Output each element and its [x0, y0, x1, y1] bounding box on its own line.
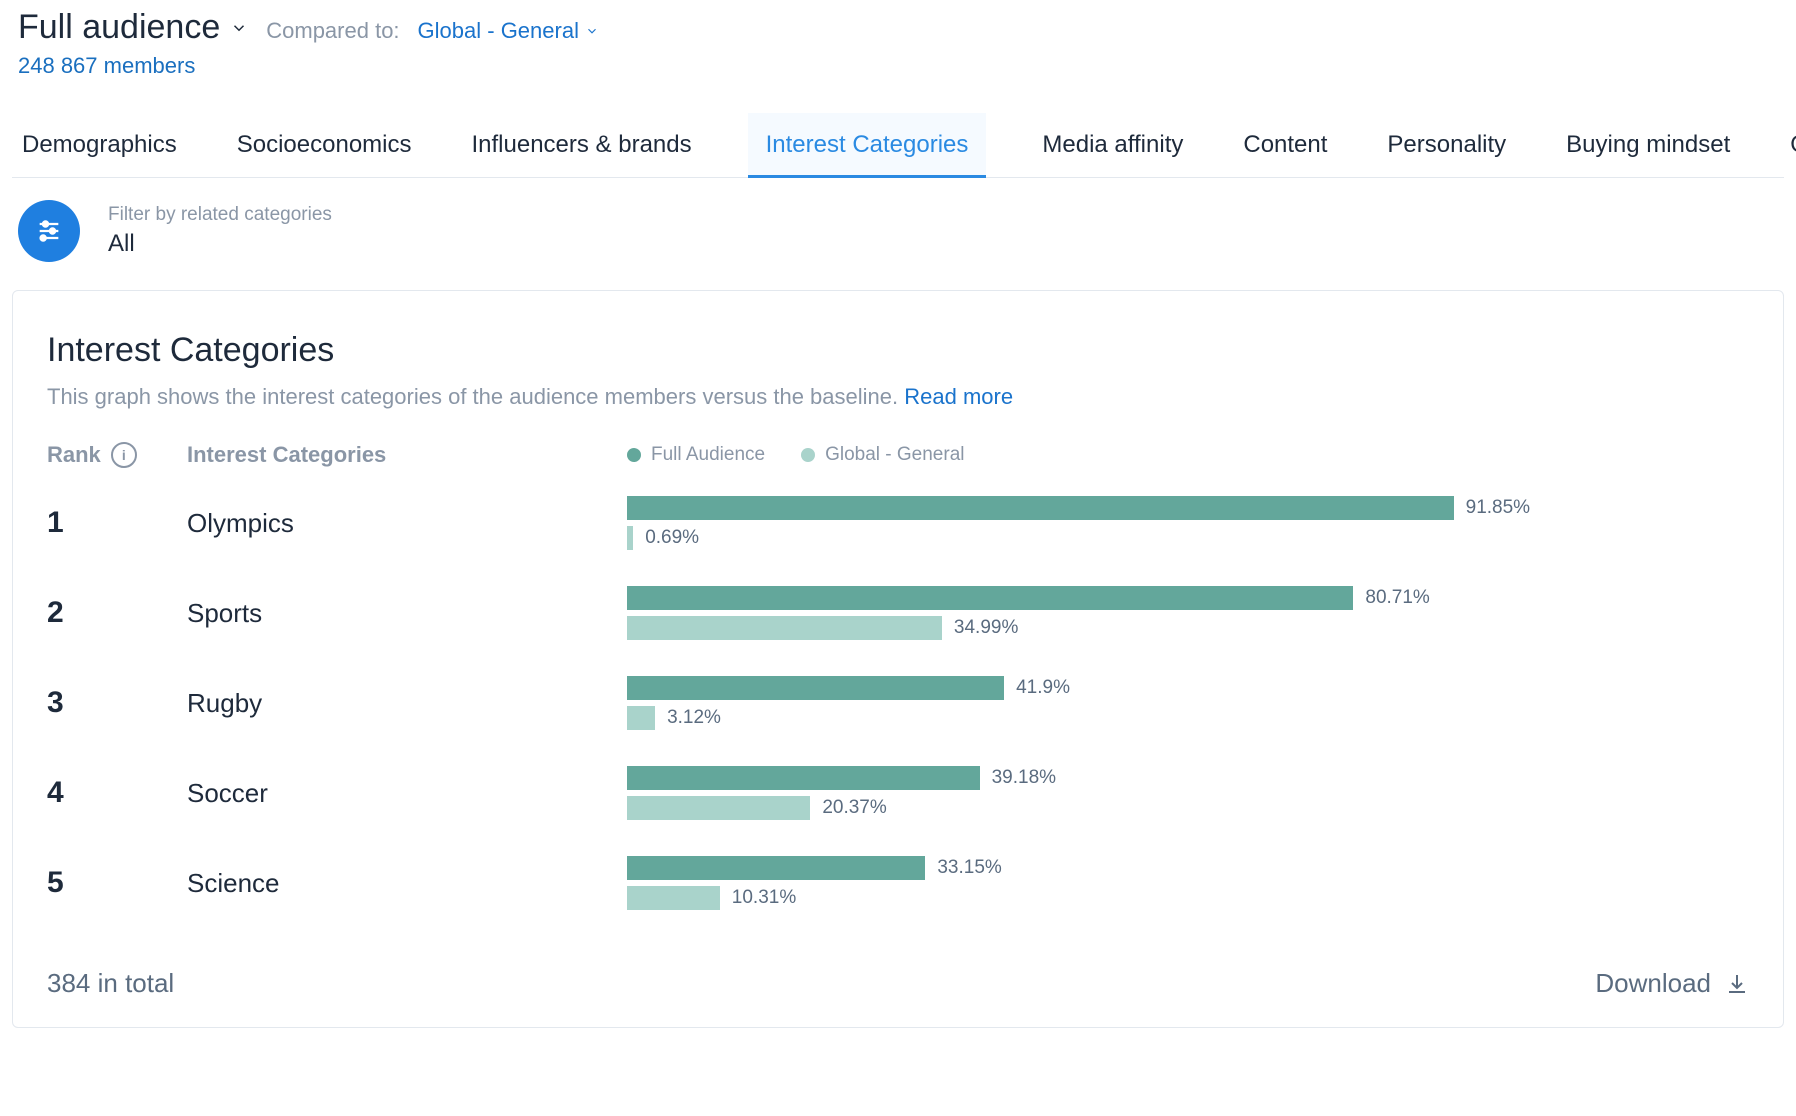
download-label: Download — [1595, 968, 1711, 999]
baseline-value-text: Global - General — [418, 18, 579, 44]
bar-value-b: 0.69% — [645, 527, 699, 549]
category-name: Science — [187, 868, 627, 899]
panel-description-text: This graph shows the interest categories… — [47, 384, 904, 409]
category-name: Soccer — [187, 778, 627, 809]
tab-buying-mindset[interactable]: Buying mindset — [1562, 113, 1734, 177]
table-row: 5Science 33.15% 10.31% — [47, 856, 1749, 910]
panel-title: Interest Categories — [47, 331, 1749, 370]
tab-demographics[interactable]: Demographics — [18, 113, 181, 177]
table-row: 2Sports 80.71% 34.99% — [47, 586, 1749, 640]
bar-value-a: 41.9% — [1016, 677, 1070, 699]
tabs-bar: Demographics Socioeconomics Influencers & … — [12, 113, 1784, 178]
filter-value: All — [108, 230, 332, 258]
bar-value-b: 10.31% — [732, 887, 796, 909]
compared-to-label: Compared to: — [266, 18, 399, 44]
info-icon[interactable]: i — [111, 442, 137, 468]
tab-content[interactable]: Content — [1239, 113, 1331, 177]
audience-title-text: Full audience — [18, 8, 220, 47]
bar-value-b: 34.99% — [954, 617, 1018, 639]
tab-interest-categories[interactable]: Interest Categories — [748, 113, 987, 177]
legend-label-b: Global - General — [825, 444, 964, 466]
chevron-down-icon — [585, 24, 599, 38]
bar-value-a: 33.15% — [937, 857, 1001, 879]
sliders-icon — [35, 217, 63, 245]
table-row: 4Soccer 39.18% 20.37% — [47, 766, 1749, 820]
chart-rows: 1Olympics 91.85% 0.69% 2Sports 80.71% 34.99% 3… — [47, 496, 1749, 910]
members-count: 248 867 members — [18, 53, 1778, 79]
category-name: Rugby — [187, 688, 627, 719]
total-count: 384 in total — [47, 968, 174, 999]
rank-value: 2 — [47, 596, 187, 630]
bar-value-b: 20.37% — [822, 797, 886, 819]
bar-value-b: 3.12% — [667, 707, 721, 729]
chevron-down-icon — [230, 19, 248, 37]
bar-value-a: 39.18% — [992, 767, 1056, 789]
read-more-link[interactable]: Read more — [904, 384, 1013, 409]
tab-socioeconomics[interactable]: Socioeconomics — [233, 113, 416, 177]
category-name: Sports — [187, 598, 627, 629]
rank-value: 1 — [47, 506, 187, 540]
legend-dot-b — [801, 448, 815, 462]
column-category-header: Interest Categories — [187, 442, 627, 468]
baseline-selector[interactable]: Global - General — [418, 18, 599, 44]
bar-value-a: 91.85% — [1466, 497, 1530, 519]
legend-baseline: Global - General — [801, 444, 964, 466]
bar-value-a: 80.71% — [1365, 587, 1429, 609]
column-rank-header: Rank — [47, 442, 101, 468]
rank-value: 4 — [47, 776, 187, 810]
filter-button[interactable] — [18, 200, 80, 262]
category-name: Olympics — [187, 508, 627, 539]
legend-dot-a — [627, 448, 641, 462]
tab-personality[interactable]: Personality — [1383, 113, 1510, 177]
filter-label: Filter by related categories — [108, 204, 332, 226]
legend-label-a: Full Audience — [651, 444, 765, 466]
download-icon — [1725, 972, 1749, 996]
tab-media-affinity[interactable]: Media affinity — [1038, 113, 1187, 177]
download-button[interactable]: Download — [1595, 968, 1749, 999]
rank-value: 5 — [47, 866, 187, 900]
rank-value: 3 — [47, 686, 187, 720]
table-row: 3Rugby 41.9% 3.12% — [47, 676, 1749, 730]
interest-categories-panel: Interest Categories This graph shows the… — [12, 290, 1784, 1028]
tab-online-habits[interactable]: Online habits — [1786, 113, 1796, 177]
table-row: 1Olympics 91.85% 0.69% — [47, 496, 1749, 550]
panel-description: This graph shows the interest categories… — [47, 384, 1749, 410]
legend-full-audience: Full Audience — [627, 444, 765, 466]
tab-influencers-brands[interactable]: Influencers & brands — [467, 113, 695, 177]
audience-selector[interactable]: Full audience — [18, 8, 248, 47]
